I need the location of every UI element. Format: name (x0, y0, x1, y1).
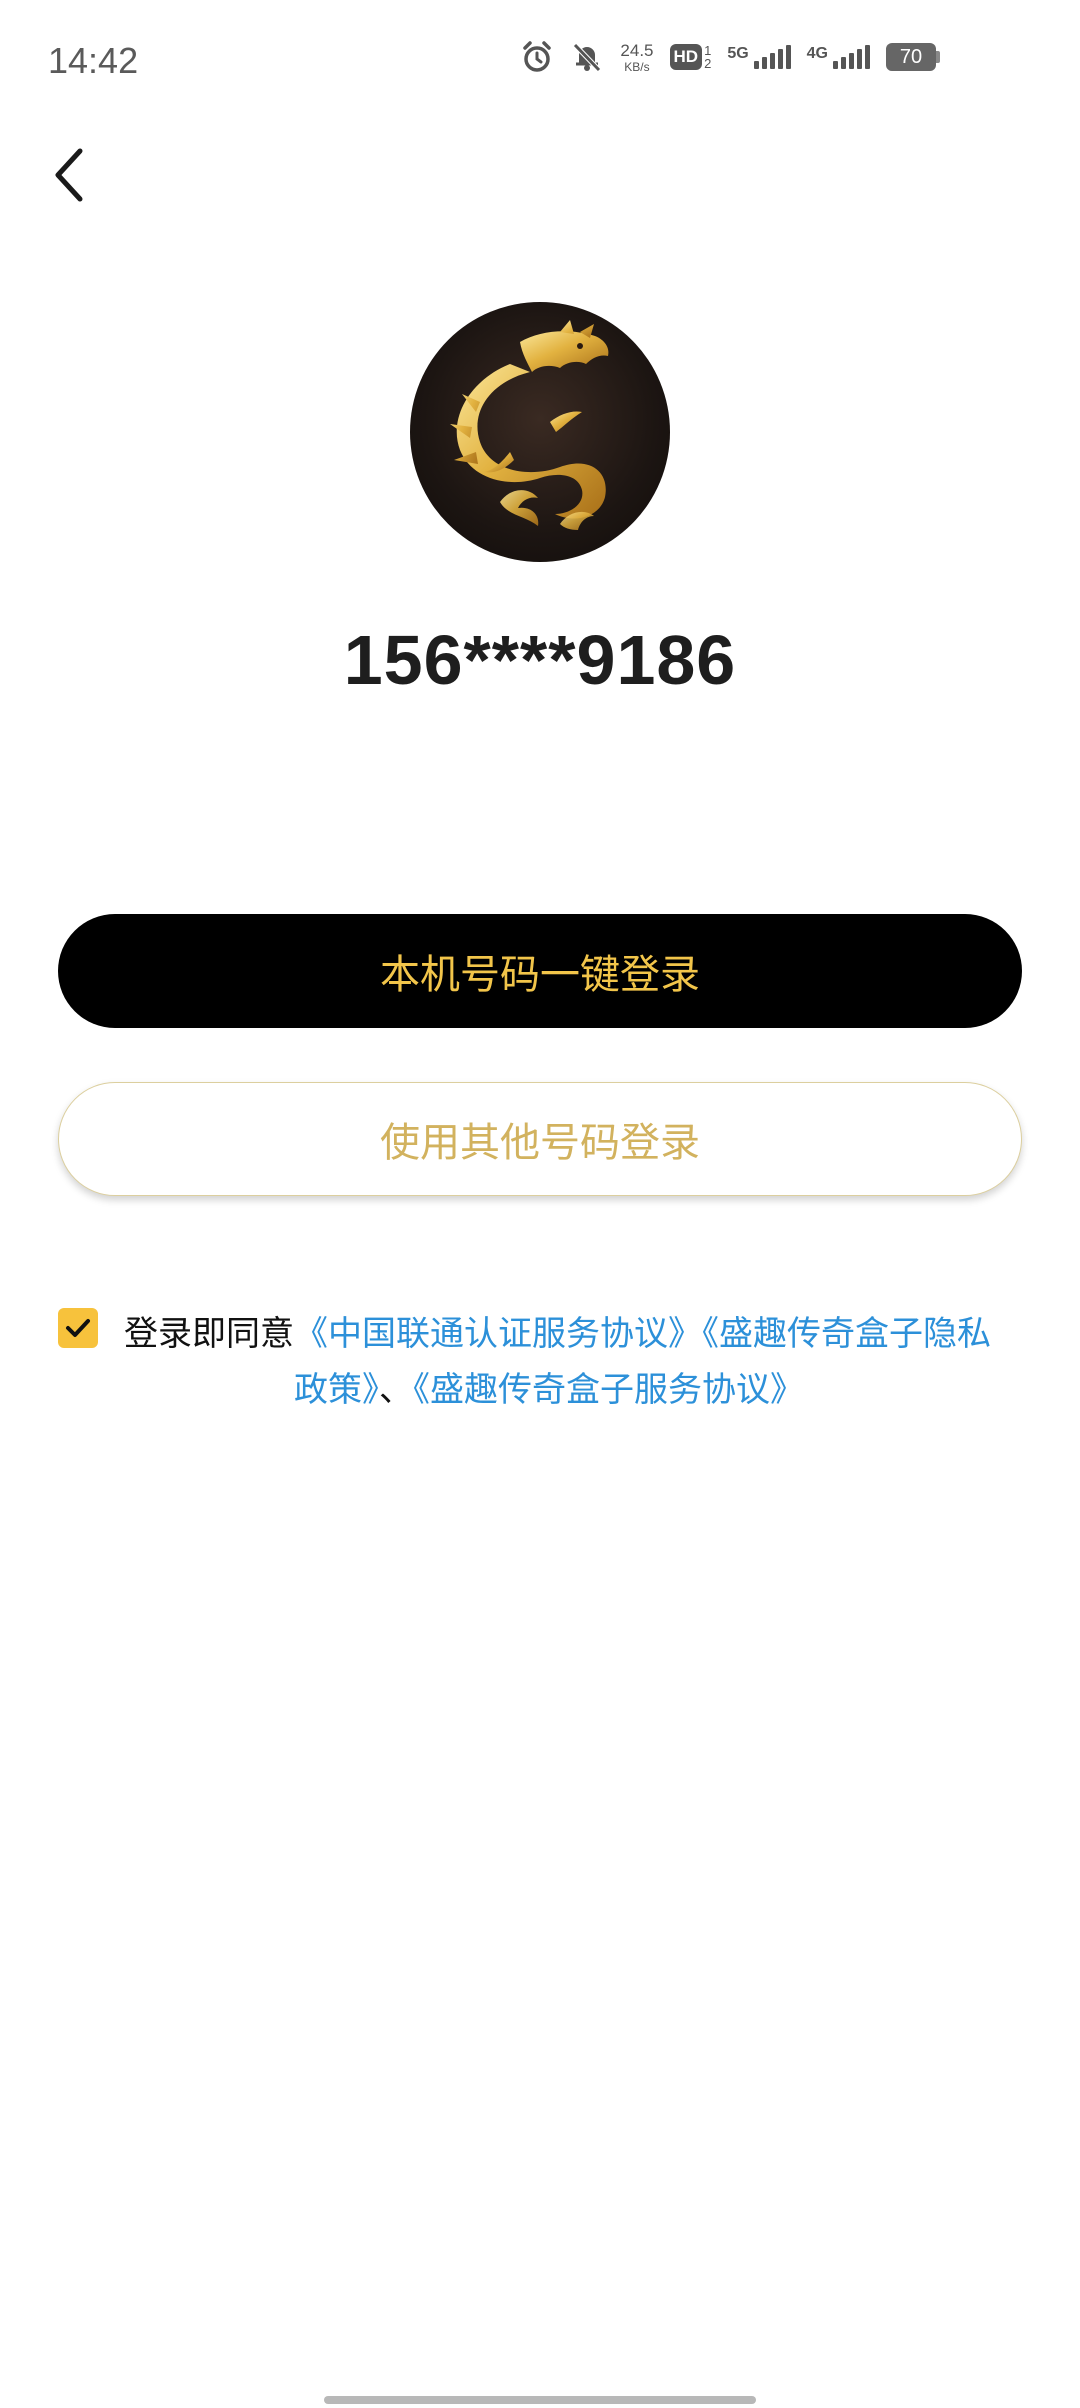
agreement-checkbox[interactable] (58, 1308, 98, 1348)
signal-4g-icon: 4G (807, 45, 870, 69)
chevron-left-icon (55, 148, 83, 202)
network-speed: 24.5 KB/s (620, 40, 654, 74)
other-number-login-label: 使用其他号码登录 (380, 1120, 700, 1166)
mute-icon (570, 40, 604, 74)
back-button[interactable] (40, 140, 100, 210)
dragon-logo-icon (450, 320, 609, 530)
one-click-login-label: 本机号码一键登录 (380, 952, 700, 998)
agreement-text: 登录即同意《中国联通认证服务协议》《盛趣传奇盒子隐私 政策》、《盛趣传奇盒子服务… (124, 1306, 1080, 1418)
agreement-prefix: 登录即同意 (124, 1314, 294, 1354)
status-icons: 24.5 KB/s HD 1 2 5G 4G 70 (520, 40, 940, 74)
status-bar: 14:42 24.5 KB/s HD 1 2 5G 4G 70 (0, 0, 1080, 120)
privacy-policy-link-part2[interactable]: 政策》 (294, 1370, 379, 1410)
one-click-login-button[interactable]: 本机号码一键登录 (58, 914, 1022, 1028)
battery-icon: 70 (886, 43, 940, 71)
login-screen: 14:42 24.5 KB/s HD 1 2 5G 4G 70 156****9… (0, 0, 1080, 2408)
agreement-separator: 、 (379, 1370, 413, 1410)
masked-phone-number: 156****9186 (343, 621, 737, 699)
status-time: 14:42 (48, 40, 139, 81)
unicom-auth-agreement-link[interactable]: 《中国联通认证服务协议》 (294, 1314, 702, 1354)
other-number-login-button[interactable]: 使用其他号码登录 (58, 1082, 1022, 1196)
service-agreement-link[interactable]: 《盛趣传奇盒子服务协议》 (413, 1370, 804, 1410)
privacy-policy-link-part1[interactable]: 《盛趣传奇盒子隐私 (702, 1314, 991, 1354)
alarm-icon (520, 40, 554, 74)
check-icon (66, 1319, 90, 1337)
signal-5g-icon: 5G (727, 45, 791, 69)
hd-icon: HD 1 2 (669, 44, 711, 70)
home-indicator[interactable] (324, 2396, 756, 2404)
app-logo (410, 302, 670, 562)
